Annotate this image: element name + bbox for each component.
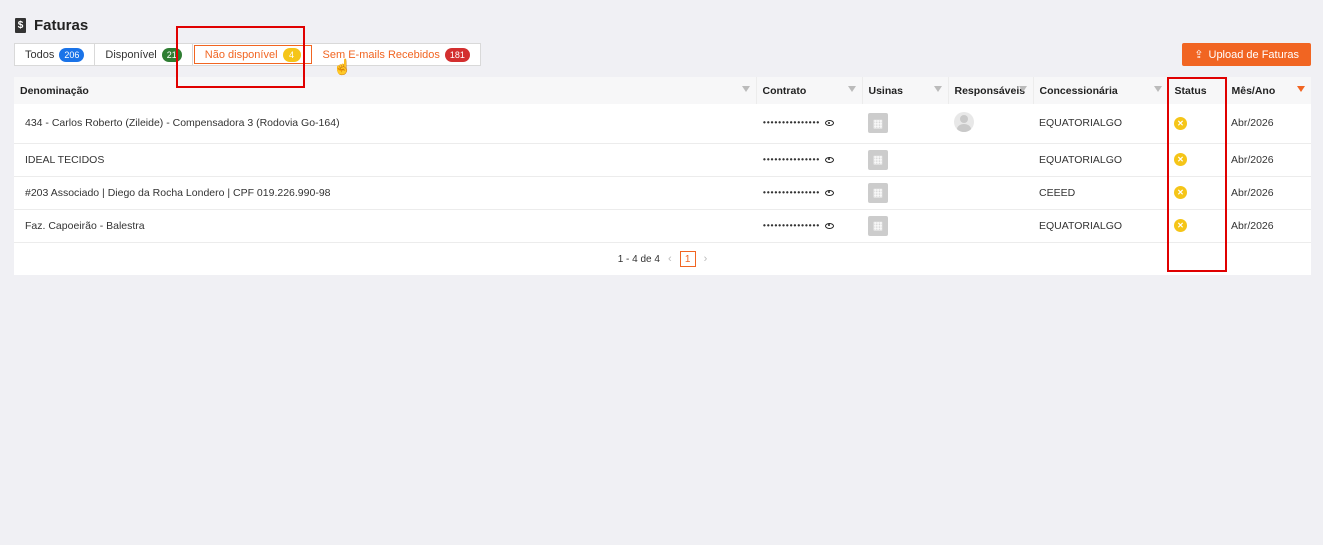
filter-icon[interactable] [1018,86,1027,92]
responsaveis-cell [948,104,1033,143]
concessionaria-cell: EQUATORIALGO [1039,153,1123,166]
column-header[interactable]: Status [1168,77,1226,104]
upload-faturas-button[interactable]: ⇪ Upload de Faturas [1182,43,1311,66]
usinas-cell: ▦ [862,176,948,209]
table-row[interactable]: Faz. Capoeirão - Balestra ••••••••••••••… [14,209,1311,242]
status-tabs: Todos 206 Disponível 21 Não disponível 4… [14,43,481,66]
usinas-cell: ▦ [862,209,948,242]
status-cell: ✕ [1168,143,1225,176]
concessionaria-cell: CEEED [1039,186,1076,199]
usinas-cell: ▦ [862,143,948,176]
tab-disponivel[interactable]: Disponível 21 [95,44,193,65]
tab-label: Todos [25,48,55,61]
status-unavailable-icon: ✕ [1174,153,1187,166]
count-badge: 4 [282,47,301,62]
contrato-cell: ••••••••••••••• [756,176,862,209]
column-header[interactable]: Contrato [756,77,863,104]
count-badge: 181 [444,47,470,62]
mes-ano-cell: Abr/2026 [1231,186,1274,199]
masked-contract: ••••••••••••••• [762,221,820,231]
tab-label: Disponível [105,48,157,61]
upload-label: Upload de Faturas [1208,48,1300,61]
tab-label: Não disponível [204,48,278,61]
invoices-table: Denominação Contrato Usinas Responsáveis… [14,77,1311,275]
contrato-cell: ••••••••••••••• [756,209,862,242]
page-number-button[interactable]: 1 [679,251,696,267]
status-cell: ✕ [1168,176,1225,209]
mes-ano-cell: Abr/2026 [1231,117,1274,130]
eye-icon[interactable] [825,120,835,127]
filter-icon[interactable] [933,86,942,92]
pagination: 1 - 4 de 4 ‹ 1 › [14,251,1311,267]
filter-icon[interactable] [847,86,856,92]
filter-icon[interactable] [1297,86,1305,92]
table-row[interactable]: #203 Associado | Diego da Rocha Londero … [14,176,1311,209]
status-cell: ✕ [1168,104,1225,143]
responsaveis-cell [948,176,1033,209]
responsaveis-cell [948,143,1033,176]
masked-contract: ••••••••••••••• [762,118,820,128]
solar-panel-icon[interactable]: ▦ [868,215,888,236]
masked-contract: ••••••••••••••• [762,188,820,198]
table-header-row: Denominação Contrato Usinas Responsáveis… [14,77,1311,104]
filter-icon[interactable] [1153,86,1162,92]
invoice-dollar-icon: $ [15,18,26,33]
status-unavailable-icon: ✕ [1174,186,1187,199]
status-unavailable-icon: ✕ [1174,219,1187,232]
mes-ano-cell: Abr/2026 [1231,153,1274,166]
filter-icon[interactable] [741,86,750,92]
masked-contract: ••••••••••••••• [762,155,820,165]
count-badge: 206 [59,47,85,62]
tab-todos[interactable]: Todos 206 [15,44,96,65]
eye-icon[interactable] [825,156,835,163]
column-header[interactable]: Denominação [14,77,757,104]
tab-nao-disponivel[interactable]: Não disponível 4 [193,45,312,64]
column-header[interactable]: Concessionária [1033,77,1169,104]
page-header: $ Faturas [15,17,88,34]
contrato-cell: ••••••••••••••• [756,143,862,176]
eye-icon[interactable] [825,222,835,229]
responsaveis-cell [948,209,1033,242]
column-header[interactable]: Responsáveis [948,77,1034,104]
column-header[interactable]: Usinas [862,77,949,104]
eye-icon[interactable] [825,189,835,196]
avatar[interactable] [954,111,974,132]
solar-panel-icon[interactable]: ▦ [868,149,888,170]
prev-page-icon[interactable]: ‹ [668,253,672,265]
contrato-cell: ••••••••••••••• [756,104,862,143]
concessionaria-cell: EQUATORIALGO [1039,219,1123,232]
column-header[interactable]: Mês/Ano [1225,77,1311,104]
pagination-range: 1 - 4 de 4 [617,253,660,265]
status-unavailable-icon: ✕ [1174,116,1187,130]
upload-icon: ⇪ [1194,49,1204,61]
mes-ano-cell: Abr/2026 [1231,219,1274,232]
denominacao-cell: Faz. Capoeirão - Balestra [25,219,145,232]
table-row[interactable]: IDEAL TECIDOS ••••••••••••••• ▦ EQUATORI… [14,143,1311,176]
solar-panel-icon[interactable]: ▦ [868,113,888,134]
page-title: Faturas [34,17,89,34]
count-badge: 21 [161,47,182,62]
table-row[interactable]: 434 - Carlos Roberto (Zileide) - Compens… [14,104,1311,143]
concessionaria-cell: EQUATORIALGO [1039,117,1123,130]
solar-panel-icon[interactable]: ▦ [868,182,888,203]
denominacao-cell: IDEAL TECIDOS [25,153,105,166]
denominacao-cell: 434 - Carlos Roberto (Zileide) - Compens… [25,117,340,130]
usinas-cell: ▦ [862,104,948,143]
next-page-icon[interactable]: › [704,253,708,265]
hand-cursor-icon: ☝ [333,59,352,76]
status-cell: ✕ [1168,209,1225,242]
denominacao-cell: #203 Associado | Diego da Rocha Londero … [25,186,331,199]
